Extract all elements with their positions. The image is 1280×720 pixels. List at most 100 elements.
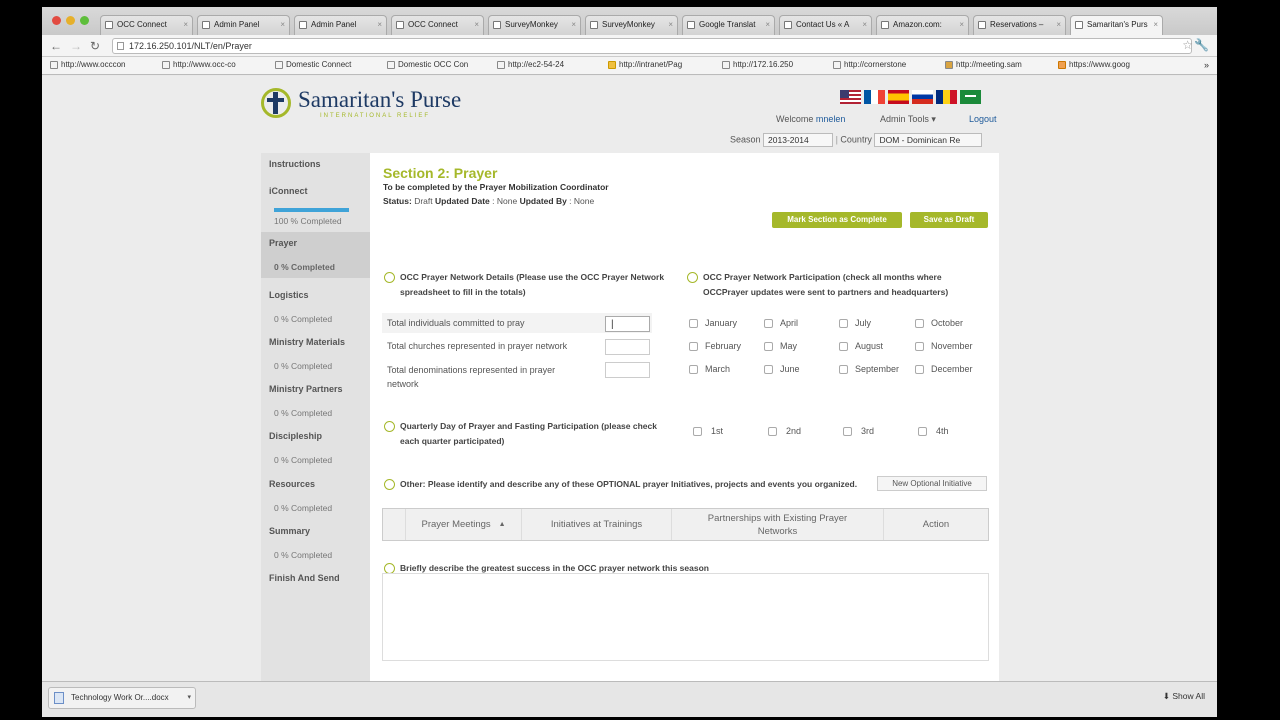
window-close-button[interactable] [52, 16, 61, 25]
flag-us-icon[interactable] [840, 90, 861, 104]
column-header-initiatives[interactable]: Initiatives at Trainings [521, 509, 671, 540]
browser-tab[interactable]: OCC Connect × [100, 15, 193, 35]
text-cursor: | [611, 319, 614, 330]
flag-fr-icon[interactable] [864, 90, 885, 104]
bookmark-item[interactable]: http://meeting.sam [945, 60, 1022, 69]
window-minimize-button[interactable] [66, 16, 75, 25]
month-checkbox[interactable] [839, 342, 848, 351]
month-checkbox[interactable] [689, 365, 698, 374]
flag-ro-icon[interactable] [936, 90, 957, 104]
page-icon [275, 61, 283, 69]
month-checkbox[interactable] [839, 365, 848, 374]
churches-input[interactable] [605, 339, 650, 355]
close-icon[interactable]: × [668, 16, 673, 34]
quarter-checkbox[interactable] [693, 427, 702, 436]
sidebar-item-prayer[interactable]: Prayer 0 % Completed [261, 232, 370, 278]
star-icon[interactable]: ☆ [1182, 38, 1193, 52]
bookmark-item[interactable]: http://ec2-54-24 [497, 60, 564, 69]
close-icon[interactable]: × [474, 16, 479, 34]
month-checkbox[interactable] [764, 365, 773, 374]
season-select[interactable]: 2013-2014 [763, 133, 834, 147]
sort-asc-icon: ▲ [498, 521, 506, 528]
sidebar-item-resources[interactable]: Resources 0 % Completed [261, 473, 370, 520]
individuals-input[interactable]: | [605, 316, 650, 332]
month-checkbox[interactable] [915, 319, 924, 328]
bookmark-item[interactable]: http://cornerstone [833, 60, 906, 69]
sidebar-item-finish-and-send[interactable]: Finish And Send [261, 567, 370, 614]
close-icon[interactable]: × [1153, 16, 1158, 34]
bookmark-item[interactable]: https://www.goog [1058, 60, 1130, 69]
username-link[interactable]: mnelen [816, 114, 846, 124]
month-checkbox[interactable] [764, 342, 773, 351]
success-textarea[interactable] [382, 573, 989, 661]
caret-down-icon[interactable]: ▾ [187, 688, 191, 708]
show-all-downloads-button[interactable]: ⬇ Show All [1163, 691, 1205, 702]
admin-tools-menu[interactable]: Admin Tools ▾ [880, 114, 936, 125]
browser-tab[interactable]: Amazon.com: × [876, 15, 969, 35]
column-header-prayer-meetings[interactable]: Prayer Meetings ▲ [405, 509, 521, 540]
logout-link[interactable]: Logout [969, 114, 997, 124]
mark-complete-button[interactable]: Mark Section as Complete [772, 212, 902, 228]
sidebar-item-logistics[interactable]: Logistics 0 % Completed [261, 284, 370, 331]
sidebar-item-ministry-materials[interactable]: Ministry Materials 0 % Completed [261, 331, 370, 378]
browser-tab[interactable]: Google Translat × [682, 15, 775, 35]
quarter-checkbox[interactable] [768, 427, 777, 436]
field-label: Total denominations represented in praye… [387, 365, 556, 389]
forward-icon[interactable]: → [70, 39, 82, 53]
quarter-checkbox[interactable] [918, 427, 927, 436]
close-icon[interactable]: × [571, 16, 576, 34]
browser-tab[interactable]: OCC Connect × [391, 15, 484, 35]
page-icon [978, 21, 986, 29]
download-item[interactable]: Technology Work Or....docx ▾ [48, 687, 196, 709]
wrench-icon[interactable]: 🔧 [1194, 38, 1209, 52]
close-icon[interactable]: × [183, 16, 188, 34]
month-checkbox[interactable] [764, 319, 773, 328]
denominations-input[interactable] [605, 362, 650, 378]
month-checkbox[interactable] [689, 319, 698, 328]
country-select[interactable]: DOM - Dominican Re [874, 133, 983, 147]
bookmark-item[interactable]: http://intranet/Pag [608, 60, 682, 69]
quarter-checkbox[interactable] [843, 427, 852, 436]
close-icon[interactable]: × [1056, 16, 1061, 34]
bookmark-item[interactable]: http://www.occcon [50, 60, 125, 69]
sidebar-item-discipleship[interactable]: Discipleship 0 % Completed [261, 425, 370, 472]
browser-tab[interactable]: Reservations – × [973, 15, 1066, 35]
column-header-partnerships[interactable]: Partnerships with Existing Prayer Networ… [671, 509, 883, 540]
month-checkbox[interactable] [915, 342, 924, 351]
sidebar-item-iconnect[interactable]: iConnect 100 % Completed [261, 180, 370, 232]
flag-sa-icon[interactable] [960, 90, 981, 104]
flag-ru-icon[interactable] [912, 90, 933, 104]
month-checkbox[interactable] [689, 342, 698, 351]
close-icon[interactable]: × [377, 16, 382, 34]
reload-icon[interactable]: ↻ [90, 39, 100, 53]
window-zoom-button[interactable] [80, 16, 89, 25]
month-checkbox[interactable] [839, 319, 848, 328]
browser-tab[interactable]: Admin Panel × [294, 15, 387, 35]
address-bar[interactable]: 172.16.250.101/NLT/en/Prayer [112, 38, 1192, 54]
close-icon[interactable]: × [765, 16, 770, 34]
browser-tab[interactable]: Contact Us « A × [779, 15, 872, 35]
samaritans-purse-logo[interactable]: Samaritan's Purse INTERNATIONAL RELIEF [261, 83, 491, 125]
close-icon[interactable]: × [280, 16, 285, 34]
quarterly-heading: Quarterly Day of Prayer and Fasting Part… [400, 421, 657, 446]
browser-tab[interactable]: SurveyMonkey × [585, 15, 678, 35]
sidebar-item-summary[interactable]: Summary 0 % Completed [261, 520, 370, 567]
month-checkbox[interactable] [915, 365, 924, 374]
browser-tab[interactable]: Admin Panel × [197, 15, 290, 35]
bookmark-item[interactable]: Domestic OCC Con [387, 60, 468, 69]
bookmark-item[interactable]: http://www.occ-co [162, 60, 236, 69]
close-icon[interactable]: × [862, 16, 867, 34]
bookmark-item[interactable]: http://172.16.250 [722, 60, 793, 69]
flag-es-icon[interactable] [888, 90, 909, 104]
close-icon[interactable]: × [959, 16, 964, 34]
column-header-action[interactable]: Action [883, 509, 988, 540]
sidebar-item-ministry-partners[interactable]: Ministry Partners 0 % Completed [261, 378, 370, 425]
back-icon[interactable]: ← [50, 39, 62, 53]
section-status: Status: Draft Updated Date : None Update… [383, 196, 595, 206]
bookmark-item[interactable]: Domestic Connect [275, 60, 351, 69]
bookmarks-overflow-icon[interactable]: » [1204, 60, 1209, 70]
browser-tab[interactable]: SurveyMonkey × [488, 15, 581, 35]
save-draft-button[interactable]: Save as Draft [910, 212, 988, 228]
browser-tab-active[interactable]: Samaritan's Purs × [1070, 15, 1163, 35]
new-optional-initiative-button[interactable]: New Optional Initiative [877, 476, 987, 491]
